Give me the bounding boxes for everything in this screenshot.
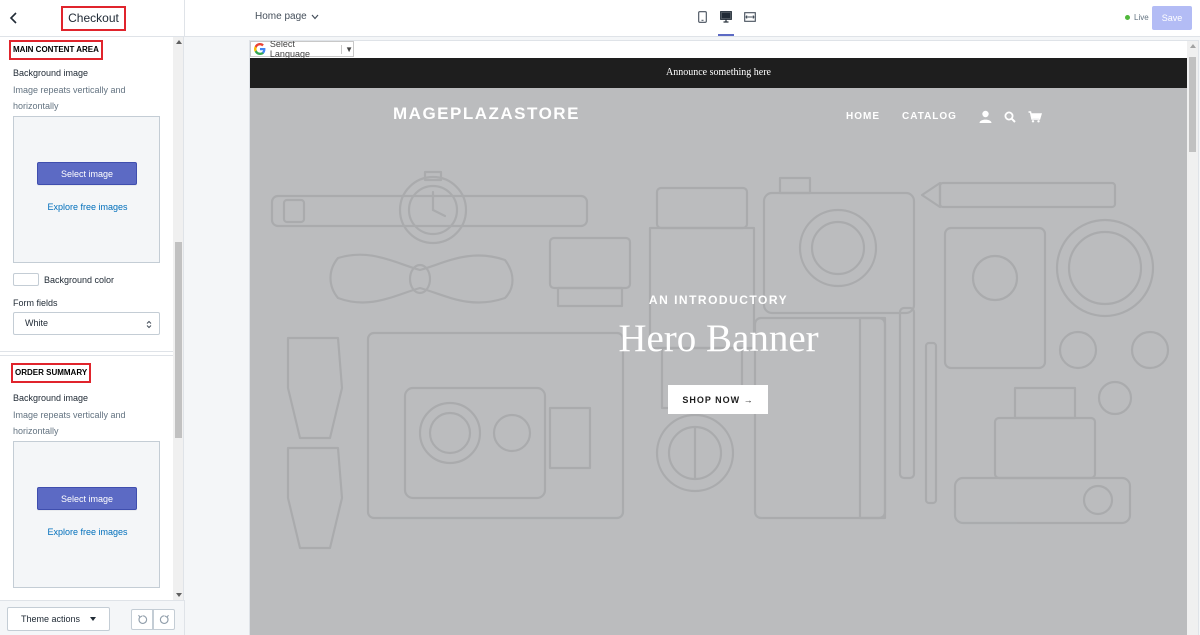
select-arrows-icon	[146, 320, 152, 329]
summary-image-picker: Select image Explore free images	[13, 441, 160, 588]
desktop-icon	[720, 11, 732, 23]
scroll-up-icon[interactable]	[1190, 44, 1196, 48]
main-bg-image-help: Image repeats vertically and horizontall…	[13, 85, 126, 111]
background-color-swatch[interactable]	[13, 273, 39, 286]
summary-select-image-button[interactable]: Select image	[37, 487, 137, 510]
divider	[184, 0, 185, 37]
redo-button[interactable]	[153, 609, 175, 630]
save-button[interactable]: Save	[1152, 6, 1192, 30]
dropdown-arrow-icon: ▼	[341, 44, 353, 54]
section-divider	[0, 351, 173, 352]
announcement-bar: Announce something here	[250, 58, 1187, 88]
panel-title: Checkout	[61, 6, 126, 31]
main-content-heading: MAIN CONTENT AREA	[9, 40, 103, 60]
theme-actions-label: Theme actions	[20, 614, 81, 624]
main-select-image-button[interactable]: Select image	[37, 162, 137, 185]
scroll-thumb[interactable]	[1189, 57, 1196, 152]
store-brand-logo[interactable]: MAGEPLAZASTORE	[393, 104, 580, 124]
google-icon	[253, 43, 266, 55]
desktop-view-button[interactable]	[718, 8, 734, 36]
main-explore-images-link[interactable]: Explore free images	[14, 202, 161, 212]
sidebar: MAIN CONTENT AREA Background image Image…	[0, 37, 184, 600]
preview-scrollbar[interactable]	[1187, 41, 1198, 635]
summary-bg-image-help: Image repeats vertically and horizontall…	[13, 410, 126, 436]
scroll-thumb[interactable]	[175, 242, 182, 438]
shop-now-button[interactable]: SHOP NOW →	[668, 385, 768, 414]
mobile-icon	[697, 11, 707, 23]
scroll-down-icon[interactable]	[176, 593, 182, 597]
chevron-left-icon	[9, 12, 17, 24]
fullscreen-icon	[744, 12, 756, 22]
sidebar-scrollbar[interactable]	[173, 37, 183, 600]
live-label: Live	[1134, 13, 1149, 22]
undo-icon	[137, 614, 147, 624]
store-nav: HOME CATALOG	[846, 110, 1054, 123]
scroll-up-icon[interactable]	[176, 40, 182, 44]
account-icon[interactable]	[979, 110, 992, 123]
nav-link-catalog[interactable]: CATALOG	[902, 111, 957, 122]
hero-eyebrow: AN INTRODUCTORY	[648, 293, 789, 307]
google-translate-widget[interactable]: Select Language ▼	[250, 41, 354, 59]
caret-down-icon	[90, 617, 97, 621]
theme-actions-button[interactable]: Theme actions	[7, 607, 110, 631]
page-selector-label: Home page	[255, 11, 307, 22]
sidebar-footer: Theme actions	[0, 600, 185, 635]
live-status: Live	[1125, 13, 1149, 22]
order-summary-heading: ORDER SUMMARY	[11, 363, 92, 383]
back-button[interactable]	[6, 9, 22, 27]
form-fields-label: Form fields	[13, 298, 58, 308]
summary-explore-images-link[interactable]: Explore free images	[14, 527, 161, 537]
live-dot-icon	[1125, 15, 1130, 20]
section-divider	[0, 355, 173, 356]
background-color-label: Background color	[44, 275, 115, 285]
mobile-view-button[interactable]	[694, 8, 710, 36]
hero-illustration	[270, 170, 1170, 550]
device-switcher	[694, 8, 758, 36]
main-bg-image-label: Background image	[13, 68, 89, 78]
storefront-preview: Select Language ▼ Announce something her…	[250, 41, 1198, 635]
hero-title: Hero Banner	[618, 317, 819, 360]
form-fields-value: White	[25, 318, 49, 328]
hero-banner: MAGEPLAZASTORE HOME CATALOG AN INTRODUCT…	[250, 88, 1187, 635]
nav-link-home[interactable]: HOME	[846, 111, 880, 122]
cart-icon[interactable]	[1028, 110, 1042, 123]
search-icon[interactable]	[1004, 111, 1016, 123]
fullscreen-view-button[interactable]	[742, 8, 758, 36]
redo-icon	[159, 614, 169, 624]
translate-label: Select Language	[269, 41, 310, 59]
form-fields-select[interactable]: White	[13, 312, 160, 335]
page-selector[interactable]: Home page	[255, 11, 319, 22]
chevron-down-icon	[311, 14, 319, 19]
main-image-picker: Select image Explore free images	[13, 116, 160, 263]
top-bar: Checkout Home page Live Save	[0, 0, 1200, 37]
undo-button[interactable]	[131, 609, 153, 630]
summary-bg-image-label: Background image	[13, 393, 89, 403]
